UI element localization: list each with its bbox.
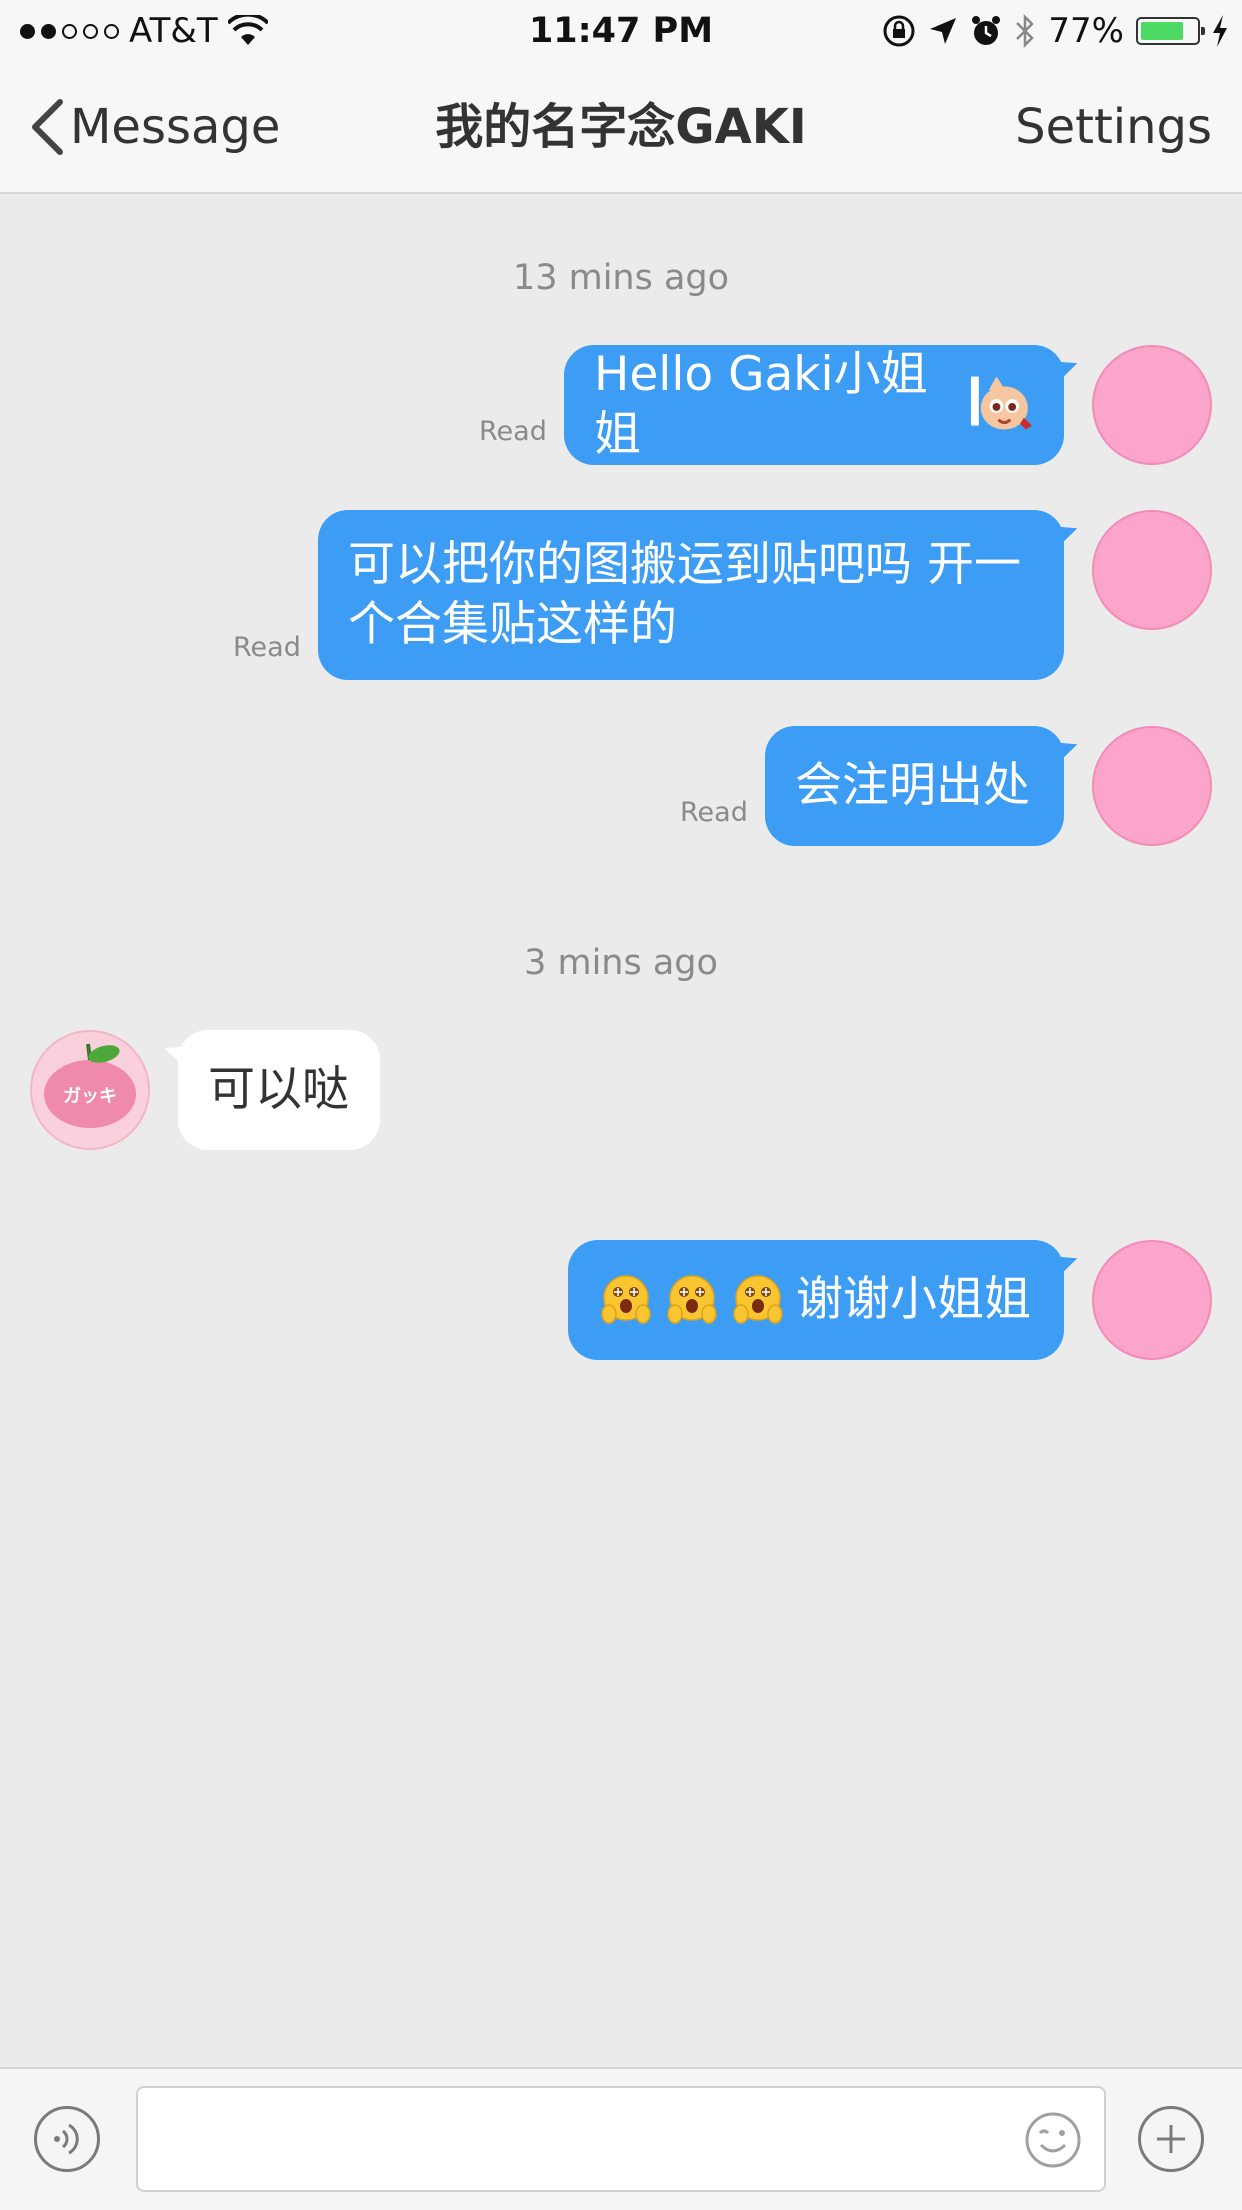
message-text: 可以哒 xyxy=(208,1062,349,1117)
voice-icon xyxy=(54,2123,79,2155)
outgoing-message[interactable]: 会注明出处 xyxy=(765,726,1064,846)
my-avatar[interactable] xyxy=(1092,726,1212,846)
back-button-label: Message xyxy=(70,99,281,155)
my-avatar[interactable] xyxy=(1092,510,1212,630)
emoji-icon[interactable] xyxy=(1024,2111,1082,2169)
outgoing-message[interactable]: Hello Gaki小姐姐 xyxy=(564,345,1064,465)
back-button[interactable]: Message xyxy=(30,92,280,162)
hugging-face-icon xyxy=(667,1275,717,1324)
message-text: 谢谢小姐姐 xyxy=(796,1272,1031,1327)
charging-icon xyxy=(1213,15,1227,47)
outgoing-message[interactable]: 谢谢小姐姐 xyxy=(568,1240,1064,1360)
settings-button[interactable]: Settings xyxy=(1015,92,1212,162)
my-avatar[interactable] xyxy=(1092,1240,1212,1360)
input-bar xyxy=(0,2067,1242,2210)
timestamp: 3 mins ago xyxy=(524,943,718,983)
emoji-row xyxy=(598,1272,796,1328)
rotation-lock-icon xyxy=(883,15,915,47)
navigation-bar: Message 我的名字念GAKI Settings xyxy=(0,62,1242,194)
my-avatar[interactable] xyxy=(1092,345,1212,465)
status-bar-right: 77% xyxy=(882,8,1228,54)
read-receipt: Read xyxy=(680,797,748,828)
battery-icon xyxy=(1136,17,1205,45)
cartoon-sticker-icon xyxy=(971,376,1033,430)
alarm-icon xyxy=(972,16,1001,45)
add-button[interactable] xyxy=(1138,2106,1204,2172)
bluetooth-icon xyxy=(1016,13,1035,49)
contact-avatar[interactable]: ガッキ xyxy=(30,1030,150,1150)
message-text-line: 可以把你的图搬运到贴吧吗 开一 xyxy=(348,537,1021,592)
message-text: Hello Gaki小姐姐 xyxy=(594,347,928,462)
message-input[interactable] xyxy=(136,2086,1106,2192)
location-icon xyxy=(930,18,957,44)
read-receipt: Read xyxy=(479,416,547,447)
status-bar: AT&T 11:47 PM 77% xyxy=(0,0,1242,62)
chevron-left-icon xyxy=(32,99,63,155)
timestamp: 13 mins ago xyxy=(512,258,730,298)
voice-button[interactable] xyxy=(34,2106,100,2172)
add-icon xyxy=(1157,2125,1185,2153)
incoming-message[interactable]: 可以哒 xyxy=(178,1030,380,1150)
outgoing-message[interactable]: 可以把你的图搬运到贴吧吗 开一 个合集贴这样的 xyxy=(318,510,1064,680)
message-text: 会注明出处 xyxy=(795,758,1030,813)
hugging-face-icon xyxy=(601,1275,651,1324)
message-text-line: 个合集贴这样的 xyxy=(348,597,677,652)
read-receipt: Read xyxy=(233,632,301,663)
avatar-text: ガッキ xyxy=(63,1086,117,1107)
battery-percentage: 77% xyxy=(1048,11,1124,51)
chat-title: 我的名字念GAKI xyxy=(435,99,807,155)
peach-icon: ガッキ xyxy=(44,1043,136,1128)
hugging-face-icon xyxy=(733,1275,783,1324)
